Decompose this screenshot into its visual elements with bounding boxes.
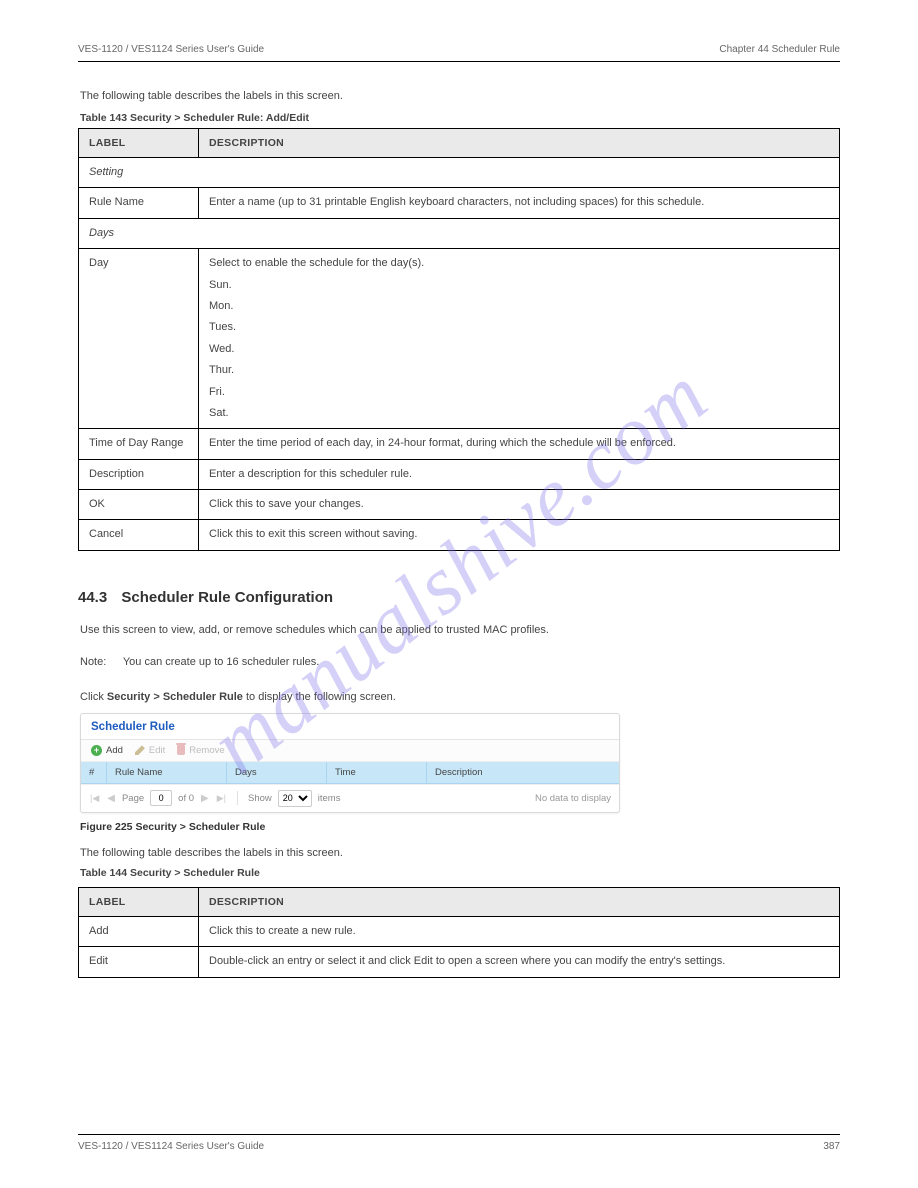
table-144-intro: The following table describes the labels… <box>80 847 840 859</box>
col-rule-name: Rule Name <box>107 762 227 783</box>
col-description: Description <box>427 762 619 783</box>
edit-label: Edit <box>149 745 165 756</box>
row-label: Add <box>79 916 199 946</box>
panel-title: Scheduler Rule <box>81 714 619 740</box>
panel-pager: |◀ ◀ Page of 0 ▶ ▶| Show 20 items No dat… <box>81 784 619 812</box>
row-label: Rule Name <box>79 188 199 218</box>
table-144-caption: Table 144 Security > Scheduler Rule <box>80 867 840 879</box>
row-label: Day <box>79 249 199 429</box>
of-text: of 0 <box>178 793 194 804</box>
page-footer: VES-1120 / VES1124 Series User's Guide 3… <box>78 1134 840 1152</box>
row-desc: Click this to save your changes. <box>199 490 840 520</box>
section-title: Scheduler Rule Configuration <box>121 589 333 606</box>
remove-label: Remove <box>189 745 224 756</box>
panel-columns: # Rule Name Days Time Description <box>81 762 619 784</box>
prev-page-icon[interactable]: ◀ <box>106 793 116 804</box>
col-description: DESCRIPTION <box>199 129 840 158</box>
add-label: Add <box>106 745 123 756</box>
table-row: Cancel Click this to exit this screen wi… <box>79 520 840 550</box>
note-label: Note: <box>80 654 120 671</box>
col-days: Days <box>227 762 327 783</box>
section-heading: 44.3 Scheduler Rule Configuration <box>78 589 840 606</box>
page-input[interactable] <box>150 790 172 806</box>
header-left: VES-1120 / VES1124 Series User's Guide <box>78 44 264 55</box>
row-label: Time of Day Range <box>79 429 199 459</box>
col-label: LABEL <box>79 887 199 916</box>
row-label: Description <box>79 459 199 489</box>
row-desc: Select to enable the schedule for the da… <box>199 249 840 429</box>
first-page-icon[interactable]: |◀ <box>89 793 100 804</box>
row-desc: Enter a name (up to 31 printable English… <box>199 188 840 218</box>
row-label: Cancel <box>79 520 199 550</box>
figure-225-caption: Figure 225 Security > Scheduler Rule <box>80 821 840 833</box>
table-143: LABEL DESCRIPTION Setting Rule Name Ente… <box>78 128 840 551</box>
table-row: Day Select to enable the schedule for th… <box>79 249 840 429</box>
row-desc: Enter a description for this scheduler r… <box>199 459 840 489</box>
next-page-icon[interactable]: ▶ <box>200 793 210 804</box>
row-desc: Enter the time period of each day, in 24… <box>199 429 840 459</box>
divider <box>237 791 238 805</box>
section-path: Click Security > Scheduler Rule to displ… <box>78 691 840 703</box>
note-text: You can create up to 16 scheduler rules. <box>123 656 320 668</box>
table-row: OK Click this to save your changes. <box>79 490 840 520</box>
section-note: Note: You can create up to 16 scheduler … <box>78 654 840 671</box>
row-desc: Click this to create a new rule. <box>199 916 840 946</box>
items-label: items <box>318 793 341 804</box>
add-button[interactable]: + Add <box>91 745 123 756</box>
scheduler-rule-panel: Scheduler Rule + Add Edit Remove # Rule … <box>80 713 620 813</box>
section-number: 44.3 <box>78 589 107 606</box>
header-right: Chapter 44 Scheduler Rule <box>719 44 840 55</box>
panel-toolbar: + Add Edit Remove <box>81 740 619 762</box>
col-description: DESCRIPTION <box>199 887 840 916</box>
table-row: Edit Double-click an entry or select it … <box>79 947 840 977</box>
section-text: Use this screen to view, add, or remove … <box>78 622 840 639</box>
row-desc: Click this to exit this screen without s… <box>199 520 840 550</box>
row-label: Edit <box>79 947 199 977</box>
col-time: Time <box>327 762 427 783</box>
row-desc: Double-click an entry or select it and c… <box>199 947 840 977</box>
section-setting: Setting <box>79 158 840 188</box>
footer-page-number: 387 <box>823 1141 840 1152</box>
table-143-caption: Table 143 Security > Scheduler Rule: Add… <box>80 112 840 124</box>
table-row: Description Enter a description for this… <box>79 459 840 489</box>
row-label: OK <box>79 490 199 520</box>
col-index: # <box>81 762 107 783</box>
table-143-intro: The following table describes the labels… <box>80 90 840 102</box>
table-row: Time of Day Range Enter the time period … <box>79 429 840 459</box>
table-144: LABEL DESCRIPTION Add Click this to crea… <box>78 887 840 978</box>
footer-left: VES-1120 / VES1124 Series User's Guide <box>78 1141 264 1152</box>
remove-button[interactable]: Remove <box>177 745 224 756</box>
last-page-icon[interactable]: ▶| <box>216 793 227 804</box>
items-per-page-select[interactable]: 20 <box>278 790 312 807</box>
page-header: VES-1120 / VES1124 Series User's Guide C… <box>78 44 840 62</box>
plus-icon: + <box>91 745 102 756</box>
col-label: LABEL <box>79 129 199 158</box>
table-row: Rule Name Enter a name (up to 31 printab… <box>79 188 840 218</box>
trash-icon <box>177 745 185 755</box>
edit-icon <box>135 745 145 755</box>
show-label: Show <box>248 793 272 804</box>
page-label: Page <box>122 793 144 804</box>
table-row: Add Click this to create a new rule. <box>79 916 840 946</box>
edit-button[interactable]: Edit <box>135 745 165 756</box>
empty-text: No data to display <box>535 793 611 804</box>
section-days: Days <box>79 218 840 248</box>
